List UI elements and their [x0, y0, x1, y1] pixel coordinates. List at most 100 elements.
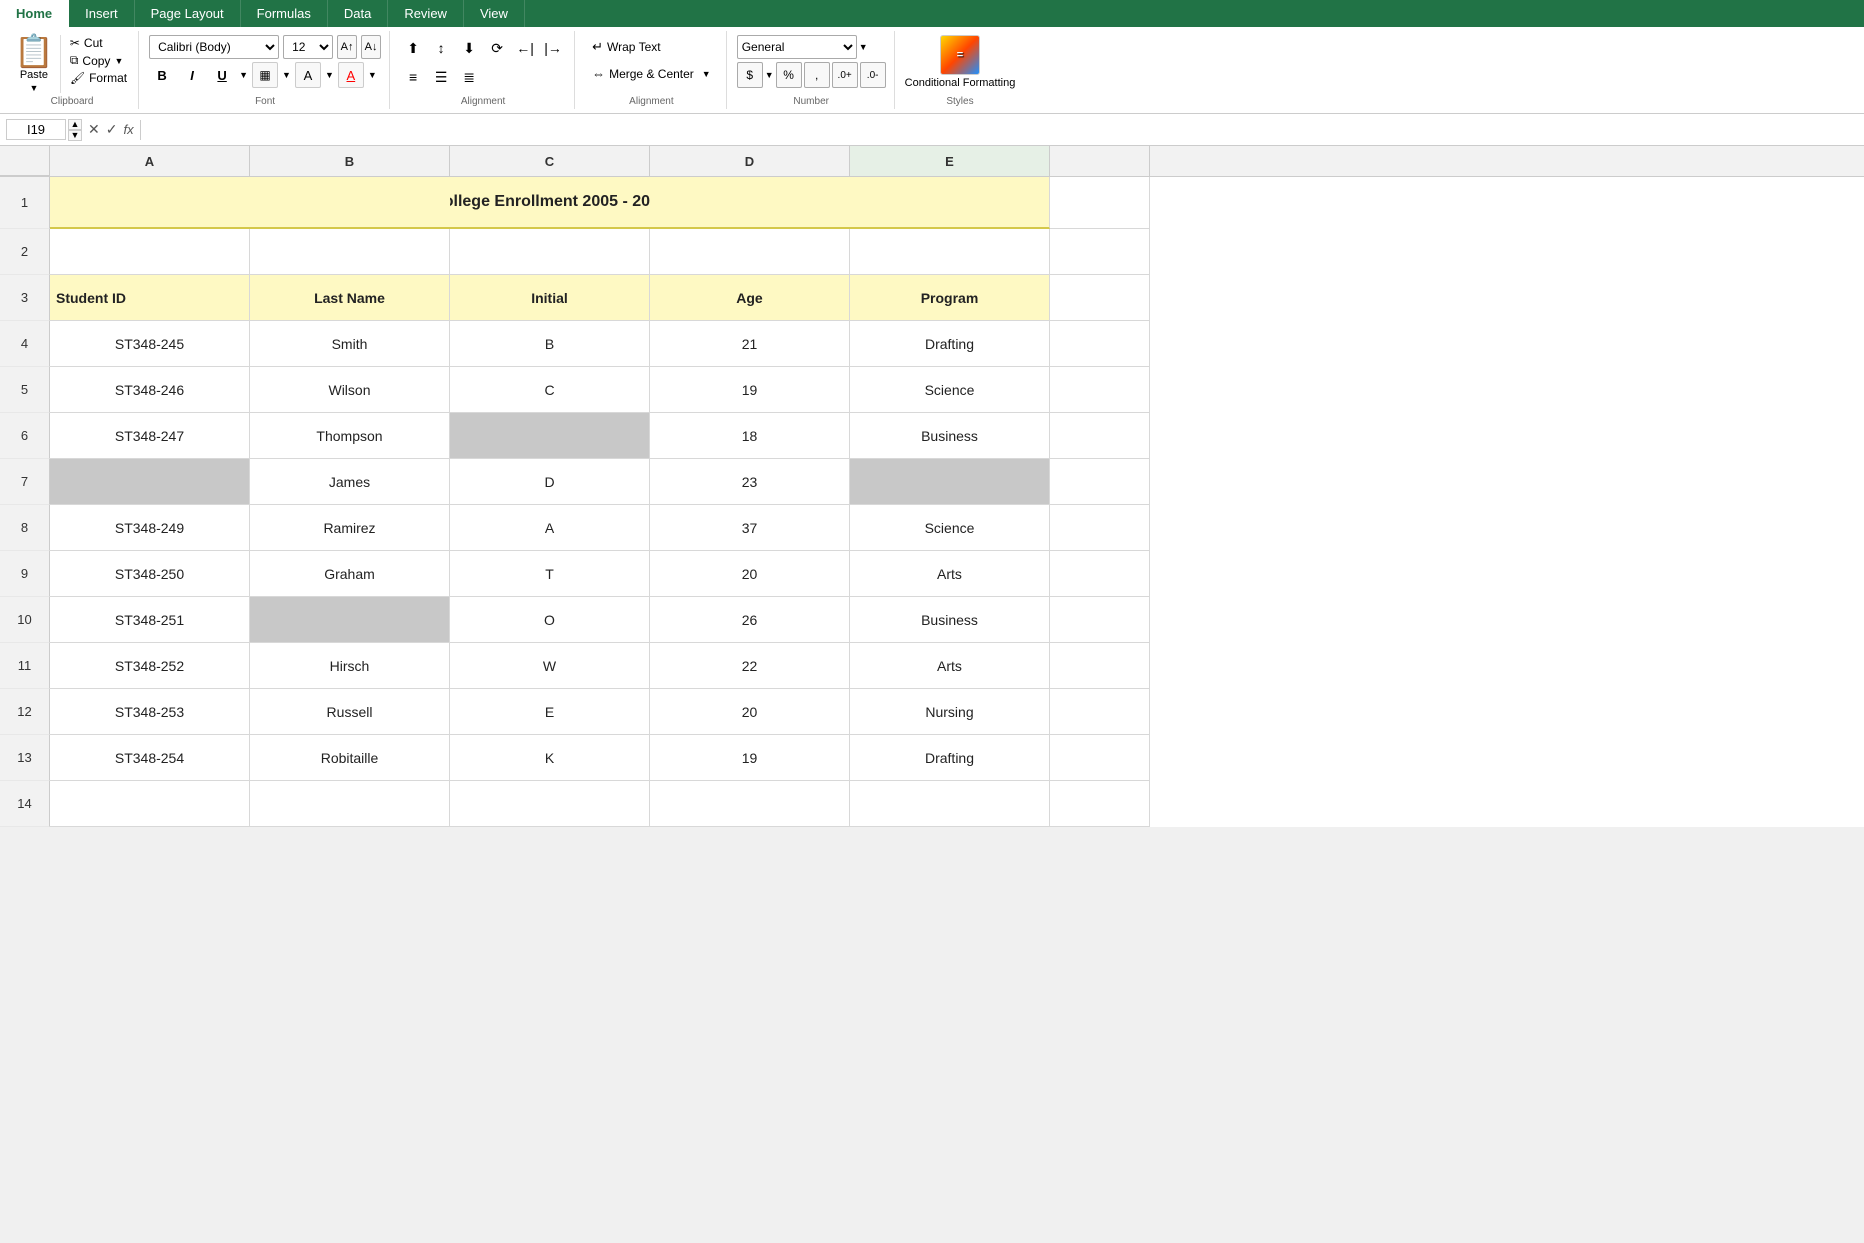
tab-data[interactable]: Data: [328, 0, 388, 27]
cell-d8[interactable]: 37: [650, 505, 850, 551]
cell-extra8[interactable]: [1050, 505, 1150, 551]
cell-d4[interactable]: 21: [650, 321, 850, 367]
formula-input[interactable]: [147, 120, 1858, 139]
cell-a11[interactable]: ST348-252: [50, 643, 250, 689]
cell-c1[interactable]: College Enrollment 2005 - 2006: [450, 177, 650, 229]
cut-button[interactable]: ✂ Cut: [67, 35, 130, 51]
cell-a14[interactable]: [50, 781, 250, 827]
row-header-13[interactable]: 13: [0, 735, 50, 781]
font-color-button[interactable]: A: [338, 62, 364, 88]
cell-e5[interactable]: Science: [850, 367, 1050, 413]
cell-extra4[interactable]: [1050, 321, 1150, 367]
cell-a5[interactable]: ST348-246: [50, 367, 250, 413]
cancel-formula-button[interactable]: ✕: [88, 121, 100, 138]
decrease-decimal-button[interactable]: .0-: [860, 62, 886, 88]
cell-b3[interactable]: Last Name: [250, 275, 450, 321]
underline-button[interactable]: U: [209, 62, 235, 88]
cell-ref-down-arrow[interactable]: ▼: [68, 130, 82, 141]
indent-decrease-button[interactable]: ←|: [512, 35, 538, 61]
cell-c12[interactable]: E: [450, 689, 650, 735]
font-name-select[interactable]: Calibri (Body): [149, 35, 279, 59]
border-button[interactable]: ▦: [252, 62, 278, 88]
cell-d13[interactable]: 19: [650, 735, 850, 781]
cell-e7[interactable]: [850, 459, 1050, 505]
conditional-formatting-button[interactable]: = Conditional Formatting Styles: [897, 31, 1024, 109]
col-header-c[interactable]: C: [450, 146, 650, 176]
fill-color-button[interactable]: A: [295, 62, 321, 88]
cell-b12[interactable]: Russell: [250, 689, 450, 735]
cell-c7[interactable]: D: [450, 459, 650, 505]
col-header-b[interactable]: B: [250, 146, 450, 176]
corner-cell[interactable]: [0, 146, 50, 176]
cell-b14[interactable]: [250, 781, 450, 827]
col-header-extra[interactable]: [1050, 146, 1150, 176]
bold-button[interactable]: B: [149, 62, 175, 88]
align-center-button[interactable]: ☰: [428, 64, 454, 90]
percent-button[interactable]: %: [776, 62, 802, 88]
cell-d9[interactable]: 20: [650, 551, 850, 597]
cell-a4[interactable]: ST348-245: [50, 321, 250, 367]
tab-page-layout[interactable]: Page Layout: [135, 0, 241, 27]
tab-insert[interactable]: Insert: [69, 0, 135, 27]
comma-button[interactable]: ,: [804, 62, 830, 88]
cell-c13[interactable]: K: [450, 735, 650, 781]
decrease-font-size-button[interactable]: A↓: [361, 35, 381, 59]
cell-e4[interactable]: Drafting: [850, 321, 1050, 367]
cell-a1[interactable]: [50, 177, 250, 229]
align-left-button[interactable]: ≡: [400, 64, 426, 90]
row-header-11[interactable]: 11: [0, 643, 50, 689]
paste-dropdown-arrow[interactable]: ▼: [29, 83, 38, 93]
underline-arrow[interactable]: ▼: [239, 70, 248, 80]
tab-home[interactable]: Home: [0, 0, 69, 27]
cell-b7[interactable]: James: [250, 459, 450, 505]
cell-extra9[interactable]: [1050, 551, 1150, 597]
cell-b11[interactable]: Hirsch: [250, 643, 450, 689]
cell-e8[interactable]: Science: [850, 505, 1050, 551]
cell-b9[interactable]: Graham: [250, 551, 450, 597]
cell-a12[interactable]: ST348-253: [50, 689, 250, 735]
cell-extra2[interactable]: [1050, 229, 1150, 275]
cell-extra1[interactable]: [1050, 177, 1150, 229]
number-format-arrow[interactable]: ▼: [859, 42, 868, 52]
row-header-5[interactable]: 5: [0, 367, 50, 413]
copy-arrow[interactable]: ▼: [114, 56, 123, 66]
cell-e1[interactable]: [850, 177, 1050, 229]
col-header-d[interactable]: D: [650, 146, 850, 176]
cell-a6[interactable]: ST348-247: [50, 413, 250, 459]
row-header-4[interactable]: 4: [0, 321, 50, 367]
cell-d11[interactable]: 22: [650, 643, 850, 689]
row-header-2[interactable]: 2: [0, 229, 50, 275]
cell-b6[interactable]: Thompson: [250, 413, 450, 459]
increase-decimal-button[interactable]: .0+: [832, 62, 858, 88]
cell-extra3[interactable]: [1050, 275, 1150, 321]
cell-extra10[interactable]: [1050, 597, 1150, 643]
row-header-10[interactable]: 10: [0, 597, 50, 643]
cell-b1[interactable]: [250, 177, 450, 229]
cell-d12[interactable]: 20: [650, 689, 850, 735]
cell-e2[interactable]: [850, 229, 1050, 275]
cell-c11[interactable]: W: [450, 643, 650, 689]
row-header-12[interactable]: 12: [0, 689, 50, 735]
cell-extra13[interactable]: [1050, 735, 1150, 781]
cell-b4[interactable]: Smith: [250, 321, 450, 367]
cell-a9[interactable]: ST348-250: [50, 551, 250, 597]
cell-e13[interactable]: Drafting: [850, 735, 1050, 781]
cell-reference-input[interactable]: [6, 119, 66, 140]
align-middle-button[interactable]: ↕: [428, 35, 454, 61]
cell-a10[interactable]: ST348-251: [50, 597, 250, 643]
cell-e10[interactable]: Business: [850, 597, 1050, 643]
align-top-button[interactable]: ⬆: [400, 35, 426, 61]
cell-b5[interactable]: Wilson: [250, 367, 450, 413]
cell-b2[interactable]: [250, 229, 450, 275]
row-header-1[interactable]: 1: [0, 177, 50, 229]
align-bottom-button[interactable]: ⬇: [456, 35, 482, 61]
merge-center-button[interactable]: ⇔ Merge & Center ▼: [585, 62, 718, 85]
cell-a8[interactable]: ST348-249: [50, 505, 250, 551]
number-format-select[interactable]: General: [737, 35, 857, 59]
confirm-formula-button[interactable]: ✓: [106, 121, 118, 138]
cell-e12[interactable]: Nursing: [850, 689, 1050, 735]
cell-d14[interactable]: [650, 781, 850, 827]
indent-increase-button[interactable]: |→: [540, 35, 566, 61]
cell-b8[interactable]: Ramirez: [250, 505, 450, 551]
cell-b10[interactable]: [250, 597, 450, 643]
